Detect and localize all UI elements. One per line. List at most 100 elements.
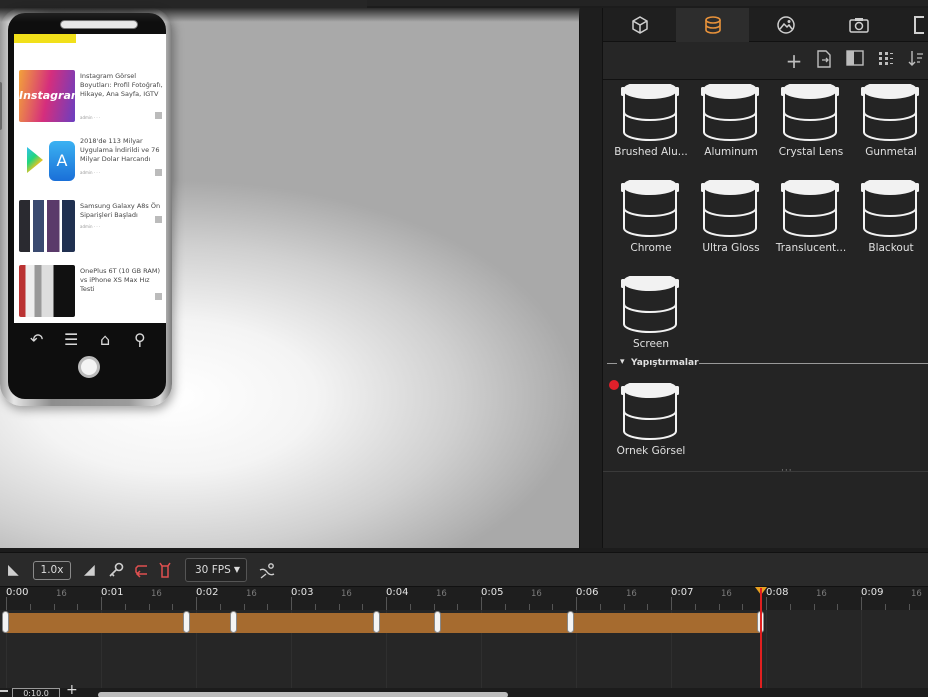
article-thumb <box>19 265 75 317</box>
keyframe-marker[interactable] <box>434 611 442 633</box>
article-title: Samsung Galaxy A8s Ön Siparişleri Başlad… <box>80 202 161 219</box>
phone-model[interactable]: Instagram Instagram Görsel Boyutları: Pr… <box>0 8 172 406</box>
material-swatch[interactable]: Screen <box>611 273 691 366</box>
import-icon[interactable] <box>813 50 835 72</box>
article-thumb: A <box>19 135 75 187</box>
tab-more[interactable] <box>895 8 928 42</box>
add-icon[interactable]: + <box>783 50 805 72</box>
material-icon <box>704 16 721 34</box>
keyframe-marker[interactable] <box>230 611 237 633</box>
loop-icon[interactable] <box>133 562 149 582</box>
article-meta: admin · · · <box>80 170 101 175</box>
app-root: Instagram Instagram Görsel Boyutları: Pr… <box>0 0 928 697</box>
ruler-tick-line <box>196 597 197 611</box>
material-swatch[interactable]: Aluminum <box>691 81 771 174</box>
collapse-arrow-icon[interactable]: ▾ <box>620 357 625 367</box>
3d-viewport[interactable]: Instagram Instagram Görsel Boyutları: Pr… <box>0 8 580 548</box>
add-time-icon[interactable]: + <box>66 682 78 697</box>
ruler-tick-label: 0:03 <box>291 587 314 598</box>
screen-banner <box>14 34 76 43</box>
ease-in-icon[interactable]: ◣ <box>8 562 19 578</box>
ruler-tick-line <box>291 597 292 611</box>
layout-icon[interactable] <box>844 50 866 72</box>
back-icon: ↶ <box>30 330 44 349</box>
menu-icon: ☰ <box>64 330 79 349</box>
phone-nav-bar: ↶ ☰ ⌂ ⚲ <box>26 330 166 354</box>
material-cylinder-icon <box>781 177 839 238</box>
sticker-swatch[interactable]: Örnek Görsel <box>611 380 691 473</box>
article-item: OnePlus 6T (10 GB RAM) vs iPhone XS Max … <box>14 265 166 323</box>
fps-dropdown[interactable]: 30 FPS ▼ <box>185 558 247 582</box>
search-icon: ⚲ <box>134 330 146 349</box>
keyframe-marker[interactable] <box>2 611 9 633</box>
material-label: Gunmetal <box>865 146 917 158</box>
article-marker <box>155 169 162 176</box>
sort-icon[interactable] <box>905 50 927 72</box>
materials-toolbar: + <box>603 42 928 80</box>
material-label: Translucent... <box>775 242 847 254</box>
material-swatch[interactable]: Brushed Alu... <box>611 81 691 174</box>
ruler-subtick-label: 16 <box>911 589 922 599</box>
keyframe-marker[interactable] <box>182 611 190 633</box>
panel-footer: ··· <box>603 466 928 548</box>
material-swatch[interactable]: Crystal Lens <box>771 81 851 174</box>
section-header[interactable]: ▾ Yapıştırmalar <box>607 357 928 371</box>
app-store-logo: A <box>49 141 75 181</box>
key-icon[interactable] <box>108 562 124 582</box>
article-item: Instagram Instagram Görsel Boyutları: Pr… <box>14 70 166 130</box>
material-cylinder-icon <box>621 273 679 334</box>
article-item: Samsung Galaxy A8s Ön Siparişleri Başlad… <box>14 200 166 260</box>
timeline-toolbar: ◣ 1.0x ◢ 30 FPS ▼ <box>0 552 928 586</box>
ruler-subtick-label: 16 <box>341 589 352 599</box>
ruler-tick-line <box>671 597 672 611</box>
keyframe-bar[interactable] <box>6 613 762 633</box>
panel-divider[interactable] <box>580 8 602 548</box>
timeline-track[interactable] <box>0 610 928 688</box>
home-icon: ⌂ <box>100 330 111 349</box>
ruler-subtick-label: 16 <box>151 589 162 599</box>
material-swatch[interactable]: Gunmetal <box>851 81 928 174</box>
fps-value: 30 FPS <box>195 564 231 576</box>
sticker-label: Örnek Görsel <box>616 445 686 457</box>
speed-field[interactable]: 1.0x <box>33 561 71 580</box>
current-time-field[interactable]: 0:10.0 <box>12 688 60 697</box>
minus-icon[interactable] <box>0 690 8 692</box>
play-store-logo <box>27 147 43 173</box>
sticker-cylinder-icon <box>621 380 679 441</box>
ramp-icon[interactable]: ◢ <box>84 562 95 578</box>
ruler-subtick-label: 16 <box>436 589 447 599</box>
ruler-tick-line <box>481 597 482 611</box>
list-icon[interactable] <box>875 50 897 72</box>
tab-environment[interactable] <box>749 8 822 42</box>
timeline-ruler[interactable]: 0:00 16 0:01 16 0:02 16 0:03 16 0:04 16 0:05 16 0:06… <box>0 586 928 611</box>
ruler-tick-label: 0:06 <box>576 587 599 598</box>
material-cylinder-icon <box>781 81 839 142</box>
ruler-tick-label: 0:09 <box>861 587 884 598</box>
material-swatch[interactable]: Blackout <box>851 177 928 270</box>
material-swatch[interactable]: Translucent... <box>771 177 851 270</box>
material-swatch[interactable]: Ultra Gloss <box>691 177 771 270</box>
ruler-tick-line <box>861 597 862 611</box>
image-icon <box>776 16 795 34</box>
motion-path-icon[interactable] <box>258 562 276 584</box>
track-gridline <box>861 610 862 688</box>
ruler-tick-label: 0:02 <box>196 587 219 598</box>
article-marker <box>155 216 162 223</box>
playhead[interactable] <box>760 588 763 697</box>
tab-materials[interactable] <box>676 8 749 42</box>
material-label: Blackout <box>868 242 914 254</box>
tab-model[interactable] <box>603 8 676 42</box>
keyframe-marker[interactable] <box>567 611 575 633</box>
material-label: Ultra Gloss <box>702 242 760 254</box>
keyframe-marker[interactable] <box>372 611 380 633</box>
resize-grip-icon[interactable]: ··· <box>781 466 793 476</box>
phone-side-button <box>0 82 2 130</box>
tab-camera[interactable] <box>822 8 895 42</box>
ruler-tick-line <box>6 597 7 611</box>
phone-home-button <box>78 356 100 378</box>
ruler-tick-line <box>576 597 577 611</box>
timeline-scrollbar[interactable] <box>98 692 508 697</box>
material-swatch[interactable]: Chrome <box>611 177 691 270</box>
article-meta: admin · · · <box>80 115 101 120</box>
trim-icon[interactable] <box>158 562 172 582</box>
